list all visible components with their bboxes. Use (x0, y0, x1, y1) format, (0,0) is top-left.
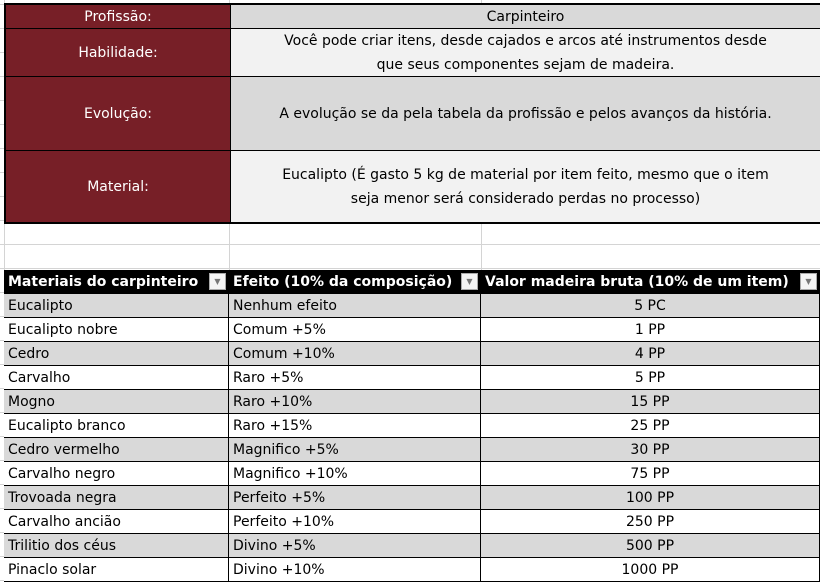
header-effect[interactable]: Efeito (10% da composição) ▼ (229, 270, 481, 294)
effect-cell[interactable]: Divino +5% (229, 534, 481, 557)
profession-info-block: Profissão: Carpinteiro Habilidade: Você … (4, 3, 820, 224)
value-cell[interactable]: 5 PP (481, 366, 820, 389)
materials-table: Materiais do carpinteiro ▼ Efeito (10% da… (4, 270, 820, 582)
table-row: Cedro vermelho Magnifico +5% 30 PP (4, 438, 820, 462)
material-cell[interactable]: Carvalho (4, 366, 229, 389)
info-label[interactable]: Habilidade: (6, 29, 231, 76)
material-cell[interactable]: Trovoada negra (4, 486, 229, 509)
effect-cell[interactable]: Comum +5% (229, 318, 481, 341)
effect-cell[interactable]: Raro +10% (229, 390, 481, 413)
value-cell[interactable]: 500 PP (481, 534, 820, 557)
effect-cell[interactable]: Raro +5% (229, 366, 481, 389)
material-cell[interactable]: Carvalho negro (4, 462, 229, 485)
table-row: Mogno Raro +10% 15 PP (4, 390, 820, 414)
effect-cell[interactable]: Raro +15% (229, 414, 481, 437)
info-row-profession: Profissão: Carpinteiro (6, 5, 820, 29)
header-label: Efeito (10% da composição) (233, 274, 453, 290)
info-row-evolution: Evolução: A evolução se da pela tabela d… (6, 77, 820, 151)
effect-cell[interactable]: Nenhum efeito (229, 294, 481, 317)
info-label[interactable]: Material: (6, 151, 231, 222)
value-cell[interactable]: 15 PP (481, 390, 820, 413)
info-label[interactable]: Evolução: (6, 77, 231, 150)
material-cell[interactable]: Trilitio dos céus (4, 534, 229, 557)
value-cell[interactable]: 4 PP (481, 342, 820, 365)
effect-cell[interactable]: Magnifico +10% (229, 462, 481, 485)
info-row-skill: Habilidade: Você pode criar itens, desde… (6, 29, 820, 77)
header-label: Valor madeira bruta (10% de um item) (485, 274, 789, 290)
info-value[interactable]: Você pode criar itens, desde cajados e a… (231, 29, 820, 76)
material-cell[interactable]: Eucalipto (4, 294, 229, 317)
info-value[interactable]: Eucalipto (É gasto 5 kg de material por … (231, 151, 820, 222)
material-cell[interactable]: Eucalipto branco (4, 414, 229, 437)
table-header: Materiais do carpinteiro ▼ Efeito (10% da… (4, 270, 820, 294)
value-cell[interactable]: 30 PP (481, 438, 820, 461)
table-row: Carvalho negro Magnifico +10% 75 PP (4, 462, 820, 486)
filter-dropdown-icon[interactable]: ▼ (209, 273, 226, 290)
table-row: Pinaclo solar Divino +10% 1000 PP (4, 558, 820, 582)
table-row: Carvalho Raro +5% 5 PP (4, 366, 820, 390)
filter-dropdown-icon[interactable]: ▼ (800, 273, 817, 290)
value-cell[interactable]: 250 PP (481, 510, 820, 533)
table-row: Trilitio dos céus Divino +5% 500 PP (4, 534, 820, 558)
info-label[interactable]: Profissão: (6, 5, 231, 28)
header-materials[interactable]: Materiais do carpinteiro ▼ (4, 270, 229, 294)
value-cell[interactable]: 1000 PP (481, 558, 820, 581)
table-row: Eucalipto Nenhum efeito 5 PC (4, 294, 820, 318)
value-cell[interactable]: 25 PP (481, 414, 820, 437)
material-cell[interactable]: Eucalipto nobre (4, 318, 229, 341)
material-cell[interactable]: Pinaclo solar (4, 558, 229, 581)
effect-cell[interactable]: Perfeito +10% (229, 510, 481, 533)
material-cell[interactable]: Cedro (4, 342, 229, 365)
info-row-material: Material: Eucalipto (É gasto 5 kg de mat… (6, 151, 820, 222)
table-row: Cedro Comum +10% 4 PP (4, 342, 820, 366)
header-label: Materiais do carpinteiro (8, 274, 199, 290)
effect-cell[interactable]: Magnifico +5% (229, 438, 481, 461)
header-value[interactable]: Valor madeira bruta (10% de um item) ▼ (481, 270, 820, 294)
value-cell[interactable]: 100 PP (481, 486, 820, 509)
value-cell[interactable]: 5 PC (481, 294, 820, 317)
table-row: Eucalipto branco Raro +15% 25 PP (4, 414, 820, 438)
effect-cell[interactable]: Comum +10% (229, 342, 481, 365)
material-cell[interactable]: Carvalho ancião (4, 510, 229, 533)
effect-cell[interactable]: Divino +10% (229, 558, 481, 581)
value-cell[interactable]: 1 PP (481, 318, 820, 341)
material-cell[interactable]: Cedro vermelho (4, 438, 229, 461)
info-value[interactable]: Carpinteiro (231, 5, 820, 28)
filter-dropdown-icon[interactable]: ▼ (461, 273, 478, 290)
table-row: Eucalipto nobre Comum +5% 1 PP (4, 318, 820, 342)
info-value[interactable]: A evolução se da pela tabela da profissã… (231, 77, 820, 150)
table-row: Carvalho ancião Perfeito +10% 250 PP (4, 510, 820, 534)
table-row: Trovoada negra Perfeito +5% 100 PP (4, 486, 820, 510)
effect-cell[interactable]: Perfeito +5% (229, 486, 481, 509)
value-cell[interactable]: 75 PP (481, 462, 820, 485)
material-cell[interactable]: Mogno (4, 390, 229, 413)
